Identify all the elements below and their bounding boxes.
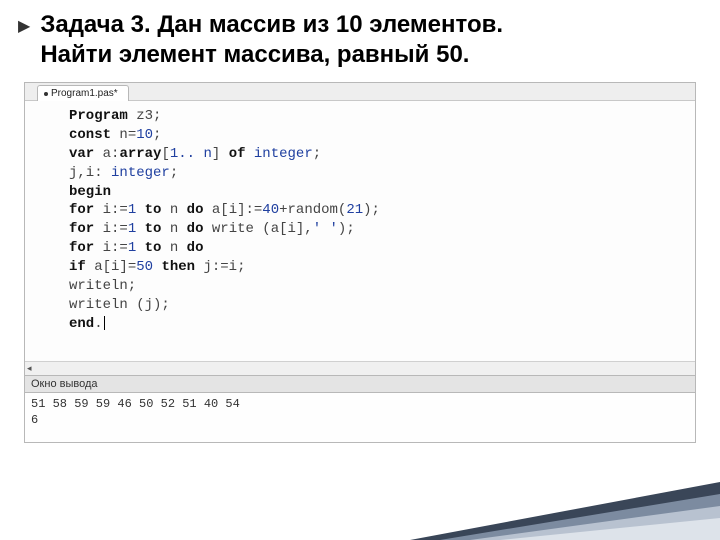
kw-then: then — [161, 259, 195, 275]
unsaved-dot-icon — [44, 92, 48, 96]
code-text: [ — [161, 146, 169, 162]
code-type: integer — [111, 165, 170, 181]
horizontal-scrollbar[interactable]: ◂ — [25, 361, 695, 375]
code-text — [246, 146, 254, 162]
code-text: ); — [338, 221, 355, 237]
file-tab[interactable]: Program1.pas* — [37, 85, 129, 101]
code-text: ; — [170, 165, 178, 181]
code-text: i:= — [94, 221, 128, 237]
code-num: 10 — [136, 127, 153, 143]
kw-do: do — [187, 221, 204, 237]
kw-const: const — [69, 127, 111, 143]
kw-end: end — [69, 316, 94, 332]
output-panel-title: Окно вывода — [31, 378, 98, 390]
title-line2: Найти элемент массива, равный 50. — [40, 40, 503, 70]
code-text: ] — [212, 146, 229, 162]
code-text: +random( — [279, 202, 346, 218]
code-text: ; — [153, 127, 161, 143]
code-num: 1.. n — [170, 146, 212, 162]
code-text: writeln; — [69, 278, 136, 294]
code-text: n= — [111, 127, 136, 143]
code-text: ; — [313, 146, 321, 162]
kw-array: array — [119, 146, 161, 162]
decorative-stripes-icon — [360, 460, 720, 540]
code-num: 1 — [128, 221, 136, 237]
title-line1: Задача 3. Дан массив из 10 элементов. — [40, 10, 503, 40]
code-text: a: — [94, 146, 119, 162]
kw-for: for — [69, 240, 94, 256]
code-text: n — [161, 240, 186, 256]
kw-to: to — [145, 202, 162, 218]
code-text: a[i]= — [86, 259, 136, 275]
code-num: 40 — [262, 202, 279, 218]
code-text: . — [94, 316, 102, 332]
text-cursor-icon — [104, 316, 105, 330]
scroll-left-icon[interactable]: ◂ — [27, 363, 32, 374]
code-text: j:=i; — [195, 259, 245, 275]
code-text — [136, 221, 144, 237]
code-str: ' ' — [313, 221, 338, 237]
code-text: write (a[i], — [203, 221, 312, 237]
code-text: writeln (j); — [69, 297, 170, 313]
code-editor[interactable]: Program z3; const n=10; var a:array[1.. … — [25, 101, 695, 361]
kw-do: do — [187, 202, 204, 218]
kw-for: for — [69, 202, 94, 218]
code-text: n — [161, 221, 186, 237]
kw-do: do — [187, 240, 204, 256]
output-panel-header: Окно вывода — [25, 375, 695, 393]
kw-begin: begin — [69, 184, 111, 200]
code-num: 50 — [136, 259, 153, 275]
tab-label: Program1.pas* — [51, 88, 118, 99]
code-text: ); — [363, 202, 380, 218]
kw-to: to — [145, 221, 162, 237]
code-num: 1 — [128, 202, 136, 218]
code-text: j,i: — [69, 165, 111, 181]
code-text: i:= — [94, 240, 128, 256]
code-text: z3; — [128, 108, 162, 124]
slide-title: Задача 3. Дан массив из 10 элементов. На… — [40, 10, 503, 70]
code-text — [136, 240, 144, 256]
output-line: 51 58 59 59 46 50 52 51 40 54 — [31, 396, 689, 412]
kw-of: of — [229, 146, 246, 162]
bullet-icon: ▶ — [18, 16, 30, 36]
code-text: a[i]:= — [203, 202, 262, 218]
code-type: integer — [254, 146, 313, 162]
kw-program: Program — [69, 108, 128, 124]
code-num: 1 — [128, 240, 136, 256]
output-panel: 51 58 59 59 46 50 52 51 40 54 6 — [25, 393, 695, 442]
code-text — [136, 202, 144, 218]
output-line: 6 — [31, 412, 689, 428]
code-text: n — [161, 202, 186, 218]
kw-if: if — [69, 259, 86, 275]
code-text: i:= — [94, 202, 128, 218]
code-num: 21 — [346, 202, 363, 218]
tab-bar: Program1.pas* — [25, 83, 695, 101]
kw-to: to — [145, 240, 162, 256]
kw-var: var — [69, 146, 94, 162]
kw-for: for — [69, 221, 94, 237]
editor-window: Program1.pas* Program z3; const n=10; va… — [24, 82, 696, 443]
